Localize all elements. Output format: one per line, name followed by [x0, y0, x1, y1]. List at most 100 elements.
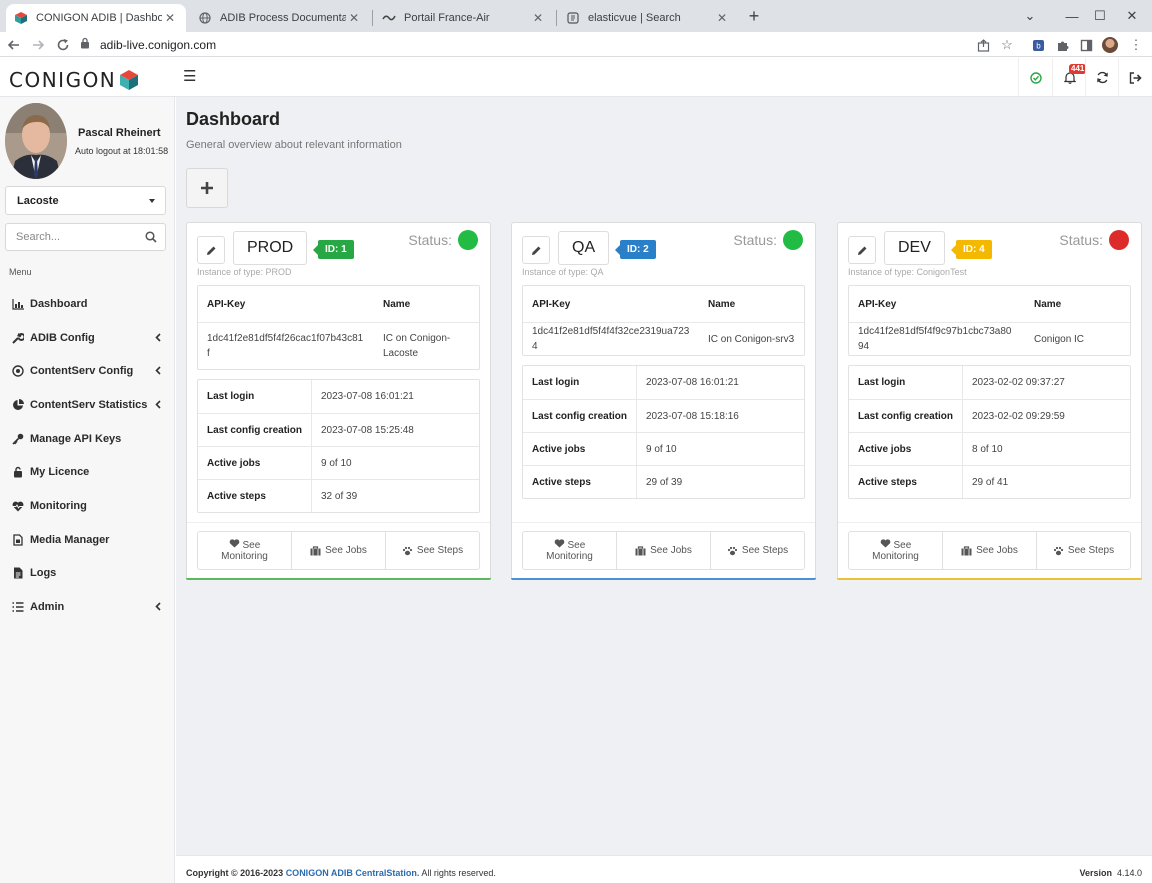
caret-down-icon [149, 199, 155, 203]
reload-button[interactable] [53, 35, 73, 55]
see-monitoring-button[interactable]: See Monitoring [849, 532, 942, 569]
active-jobs-value: 8 of 10 [972, 443, 1003, 455]
api-key-value: 1dc41f2e81df5f4f4f32ce2319ua7234 [532, 326, 690, 352]
version-info: Version 4.14.0 [1079, 868, 1142, 878]
see-steps-button[interactable]: See Steps [710, 532, 804, 569]
sidebar-item-dashboard[interactable]: Dashboard [0, 289, 175, 319]
back-arrow-icon [7, 40, 19, 50]
logout-icon[interactable] [1118, 58, 1152, 97]
system-ok-icon[interactable] [1018, 58, 1052, 97]
see-monitoring-button[interactable]: See Monitoring [523, 532, 616, 569]
see-jobs-button[interactable]: See Jobs [942, 532, 1036, 569]
sidebar-item-contentserv-statistics[interactable]: ContentServ Statistics [0, 390, 175, 420]
close-window-button[interactable]: ✕ [1112, 0, 1152, 32]
notifications-button[interactable]: 441 [1052, 58, 1087, 97]
browser-tab-docs[interactable]: ADIB Process Documentation ✕ [190, 4, 370, 32]
browser-tab-elasticvue[interactable]: elasticvue | Search ✕ [558, 4, 738, 32]
table-row: 1dc41f2e81df5f4f26cac1f07b43c81f IC on C… [198, 322, 479, 369]
status-indicator [783, 230, 803, 250]
search-input[interactable] [6, 224, 136, 250]
key-icon [11, 433, 25, 445]
close-icon[interactable]: ✕ [346, 10, 362, 26]
table-row: Last login 2023-02-02 09:37:27 [849, 366, 1130, 399]
url-field[interactable]: adib-live.conigon.com [80, 34, 1020, 55]
active-steps-value: 29 of 39 [646, 476, 683, 488]
menu-label: Menu [9, 267, 32, 277]
active-steps-label: Active steps [523, 466, 637, 498]
sidebar-item-label: Media Manager [30, 534, 110, 546]
hamburger-menu-icon[interactable]: ☰ [183, 69, 199, 85]
reload-icon [57, 39, 69, 51]
copyright-prefix: Copyright © 2016-2023 [186, 868, 284, 878]
forward-button[interactable] [28, 35, 48, 55]
close-icon[interactable]: ✕ [530, 10, 546, 26]
sidebar-item-label: ContentServ Config [30, 365, 134, 377]
last-config-label: Last config creation [198, 414, 312, 446]
heartbeat-icon [880, 539, 891, 548]
card-divider [187, 522, 490, 523]
avatar[interactable] [5, 103, 67, 179]
sidebar-item-adib-config[interactable]: ADIB Config [0, 323, 175, 353]
sidebar-item-label: ContentServ Statistics [30, 399, 148, 411]
see-jobs-button[interactable]: See Jobs [291, 532, 385, 569]
browser-tab-france-air[interactable]: Portail France-Air ✕ [374, 4, 554, 32]
see-steps-button[interactable]: See Steps [1036, 532, 1130, 569]
table-row: Active jobs 8 of 10 [849, 432, 1130, 465]
active-jobs-label: Active jobs [198, 447, 312, 479]
wrench-icon [11, 332, 25, 344]
see-steps-label: See Steps [741, 545, 789, 556]
see-monitoring-line2: Monitoring [221, 551, 268, 562]
stats-table: Last login 2023-07-08 16:01:21 Last conf… [522, 365, 805, 499]
logo[interactable]: CONIGON [9, 68, 139, 92]
sidebar-item-admin[interactable]: Admin [0, 592, 175, 622]
sidebar-item-manage-api-keys[interactable]: Manage API Keys [0, 424, 175, 454]
share-icon[interactable] [973, 35, 993, 55]
profile-icon[interactable] [1100, 35, 1120, 55]
see-steps-label: See Steps [1067, 545, 1115, 556]
edit-instance-button[interactable] [522, 236, 550, 264]
sidebar-item-media-manager[interactable]: Media Manager [0, 525, 175, 555]
column-header-name: Name [1034, 298, 1062, 310]
logo-text: CONIGON [9, 68, 117, 92]
bookmark-star-icon[interactable]: ☆ [997, 35, 1017, 55]
sidebar-item-logs[interactable]: Logs [0, 558, 175, 588]
footer-brand-link[interactable]: CONIGON ADIB CentralStation. [286, 868, 420, 878]
close-icon[interactable]: ✕ [714, 10, 730, 26]
logo-cube-icon [120, 70, 139, 90]
extension-icon[interactable]: b [1028, 35, 1048, 55]
tab-search-icon[interactable]: ⌄ [1010, 0, 1050, 32]
active-jobs-value: 9 of 10 [646, 443, 677, 455]
card-divider [838, 522, 1141, 523]
tab-title: elasticvue | Search [588, 12, 681, 24]
edit-instance-button[interactable] [848, 236, 876, 264]
new-tab-button[interactable]: + [744, 7, 764, 27]
last-login-value: 2023-07-08 16:01:21 [646, 377, 739, 388]
edit-instance-button[interactable] [197, 236, 225, 264]
see-steps-button[interactable]: See Steps [385, 532, 479, 569]
sidebar: Pascal Rheinert Auto logout at 18:01:58 … [0, 97, 175, 883]
sidebar-item-monitoring[interactable]: Monitoring [0, 491, 175, 521]
card-accent-bar [837, 578, 1142, 580]
back-button[interactable] [4, 35, 24, 55]
client-select[interactable]: Lacoste [5, 186, 166, 215]
card-actions: See Monitoring See Jobs See Steps [848, 531, 1131, 570]
search-icon[interactable] [145, 231, 157, 246]
paw-icon [402, 546, 413, 555]
refresh-icon[interactable] [1085, 58, 1119, 97]
address-bar: adib-live.conigon.com ☆ b ⋮ [0, 32, 1152, 57]
document-icon [11, 567, 25, 579]
see-monitoring-button[interactable]: See Monitoring [198, 532, 291, 569]
add-instance-button[interactable] [186, 168, 228, 208]
sidebar-item-my-licence[interactable]: My Licence [0, 457, 175, 487]
footer: Copyright © 2016-2023 CONIGON ADIB Centr… [176, 855, 1152, 883]
browser-tab-dashboard[interactable]: CONIGON ADIB | Dashboard ✕ [6, 4, 186, 32]
chevron-left-icon [155, 333, 161, 345]
kebab-menu-icon[interactable]: ⋮ [1126, 35, 1146, 55]
client-select-value: Lacoste [17, 194, 59, 207]
sidepanel-icon[interactable] [1076, 35, 1096, 55]
puzzle-icon[interactable] [1052, 35, 1072, 55]
briefcase-icon [635, 545, 646, 555]
see-jobs-button[interactable]: See Jobs [616, 532, 710, 569]
sidebar-item-contentserv-config[interactable]: ContentServ Config [0, 356, 175, 386]
close-icon[interactable]: ✕ [162, 10, 178, 26]
